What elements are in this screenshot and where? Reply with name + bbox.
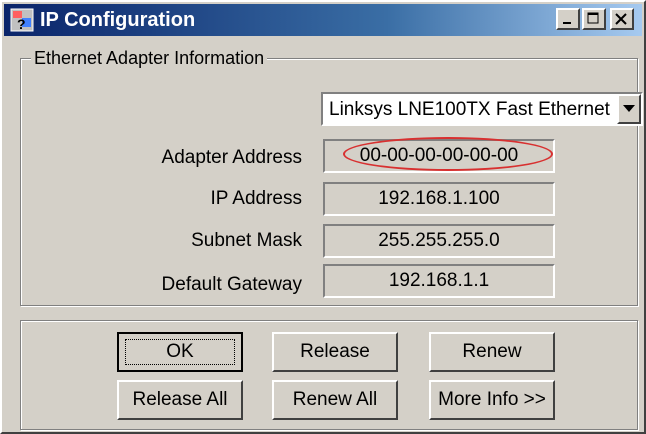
close-icon: [615, 13, 627, 25]
default-gateway-field: 192.168.1.1: [323, 264, 555, 298]
default-gateway-label: Default Gateway: [161, 274, 302, 295]
ok-button[interactable]: OK: [117, 332, 243, 372]
adapter-select-value: Linksys LNE100TX Fast Ethernet: [329, 99, 610, 120]
renew-all-button[interactable]: Renew All: [272, 380, 398, 420]
group-legend: Ethernet Adapter Information: [31, 47, 268, 69]
release-button-label: Release: [300, 341, 370, 362]
dropdown-button[interactable]: [617, 94, 641, 124]
more-info-button-label: More Info >>: [438, 389, 546, 410]
ip-address-label: IP Address: [210, 188, 302, 209]
subnet-mask-field: 255.255.255.0: [323, 224, 555, 258]
title-bar[interactable]: ? IP Configuration: [4, 4, 642, 36]
focus-rectangle: [125, 339, 235, 365]
maximize-button[interactable]: [582, 8, 606, 30]
more-info-button[interactable]: More Info >>: [429, 380, 555, 420]
release-button[interactable]: Release: [272, 332, 398, 372]
renew-button[interactable]: Renew: [429, 332, 555, 372]
ip-address-field: 192.168.1.100: [323, 182, 555, 216]
minimize-icon: [563, 22, 571, 24]
chevron-down-icon: [623, 105, 635, 112]
svg-text:?: ?: [17, 16, 26, 32]
release-all-button[interactable]: Release All: [117, 380, 243, 420]
maximize-icon: [587, 12, 599, 24]
renew-all-button-label: Renew All: [292, 389, 378, 410]
highlight-ellipse: [343, 137, 553, 171]
close-button[interactable]: [610, 8, 634, 30]
release-all-button-label: Release All: [132, 389, 228, 410]
subnet-mask-label: Subnet Mask: [191, 230, 302, 251]
adapter-address-label: Adapter Address: [161, 147, 302, 168]
window-title: IP Configuration: [40, 9, 196, 31]
minimize-button[interactable]: [556, 8, 580, 30]
renew-button-label: Renew: [462, 341, 522, 362]
network-app-icon: ?: [10, 8, 34, 32]
ip-configuration-window: ? IP Configuration Ethernet Adapter Info…: [0, 0, 646, 434]
adapter-select[interactable]: Linksys LNE100TX Fast Ethernet: [321, 92, 643, 126]
